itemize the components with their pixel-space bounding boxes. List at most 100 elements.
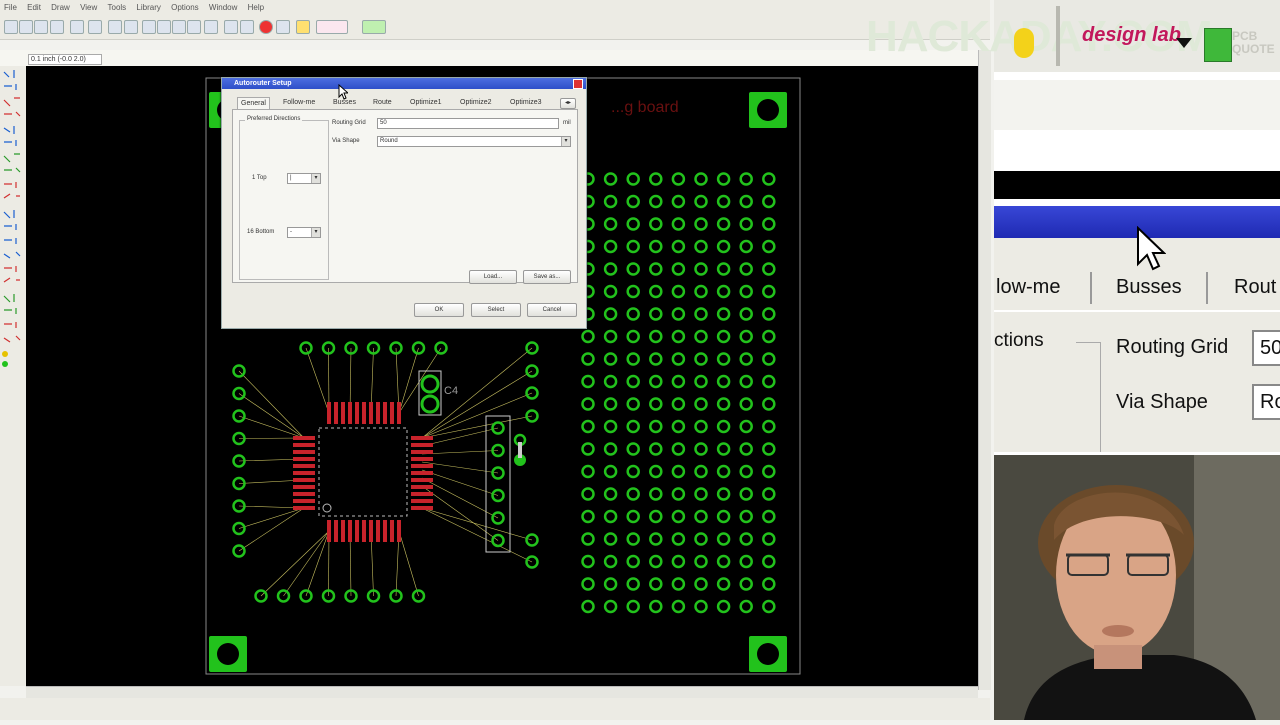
design-lab-logo-icon[interactable] [316, 20, 348, 34]
vertical-scrollbar[interactable] [978, 50, 991, 690]
proto-pad [649, 352, 663, 366]
layer-icon[interactable] [124, 20, 138, 34]
tab-optimize1[interactable]: Optimize1 [407, 97, 445, 109]
print-icon[interactable] [34, 20, 48, 34]
proto-pad [762, 442, 776, 456]
grid-icon[interactable] [108, 20, 122, 34]
via-shape-select[interactable]: Round ▾ [377, 136, 571, 147]
proto-pad [694, 509, 708, 524]
routing-grid-input[interactable]: 50 [377, 118, 559, 129]
proto-pad [716, 329, 731, 344]
ulp-icon[interactable] [88, 20, 102, 34]
smd-pad [341, 402, 345, 424]
close-icon[interactable] [573, 79, 583, 89]
zoom-select-icon[interactable] [187, 20, 201, 34]
proto-pad [739, 532, 753, 546]
command-toolbar [0, 66, 27, 686]
proto-pad [762, 172, 776, 186]
proto-pad [671, 464, 686, 479]
tab-optimize3[interactable]: Optimize3 [507, 97, 545, 109]
pcb-quote-icon[interactable] [362, 20, 386, 34]
menu-draw[interactable]: Draw [47, 0, 74, 12]
ok-button[interactable]: OK [414, 303, 464, 317]
script-icon[interactable] [70, 20, 84, 34]
proto-pad [626, 419, 640, 434]
dialog-title-bar[interactable]: Autorouter Setup [222, 78, 586, 89]
top-direction-select[interactable]: | ▾ [287, 173, 321, 184]
zoom-fit-icon[interactable] [142, 20, 156, 34]
menu-window[interactable]: Window [205, 0, 241, 12]
tab-separator [1090, 272, 1092, 304]
capacitor-pad-1 [420, 374, 440, 394]
proto-pad [671, 374, 686, 389]
proto-pad [739, 194, 753, 209]
chevron-down-icon: ▾ [561, 137, 570, 146]
go-icon[interactable] [276, 20, 290, 34]
airwire [238, 370, 305, 439]
smd-pad [376, 402, 380, 424]
save-icon[interactable] [19, 20, 33, 34]
proto-pad [671, 442, 686, 456]
smd-pad [334, 402, 338, 424]
menu-tools[interactable]: Tools [104, 0, 131, 12]
proto-pad [694, 307, 708, 321]
open-icon[interactable] [4, 20, 18, 34]
proto-pad [716, 464, 731, 479]
proto-pad [716, 577, 731, 591]
load-button[interactable]: Load... [469, 270, 517, 284]
smd-pad [341, 520, 345, 542]
proto-pad [762, 419, 776, 434]
tab-scroll-arrows-icon[interactable]: ◂▸ [560, 98, 576, 109]
tab-route[interactable]: Route [370, 97, 395, 109]
redo-icon[interactable] [240, 20, 254, 34]
cam-icon[interactable] [50, 20, 64, 34]
stop-icon[interactable] [259, 20, 273, 34]
menu-edit[interactable]: Edit [23, 0, 45, 12]
proto-pad [626, 487, 640, 501]
proto-pad [739, 262, 753, 276]
proto-pad [626, 509, 640, 524]
tab-follow-me[interactable]: Follow-me [280, 97, 318, 109]
menu-options[interactable]: Options [167, 0, 203, 12]
select-button[interactable]: Select [471, 303, 521, 317]
proto-pad [581, 352, 595, 366]
smd-pad [293, 485, 315, 489]
proto-pad [762, 284, 776, 299]
smd-pad [397, 520, 401, 542]
smd-pad [369, 520, 373, 542]
smd-pad [362, 402, 366, 424]
menu-library[interactable]: Library [132, 0, 164, 12]
proto-pad [739, 352, 753, 366]
smd-pad [334, 520, 338, 542]
proto-pad [694, 599, 708, 614]
proto-pad [716, 599, 731, 614]
zoom-out-icon[interactable] [172, 20, 186, 34]
undo-icon[interactable] [224, 20, 238, 34]
menu-view[interactable]: View [76, 0, 101, 12]
help-icon[interactable] [296, 20, 310, 34]
bottom-direction-select[interactable]: - ▾ [287, 227, 321, 238]
airwire [421, 450, 499, 455]
menu-file[interactable]: File [0, 0, 21, 12]
smd-pad [293, 450, 315, 454]
proto-pad [694, 419, 708, 434]
menu-help[interactable]: Help [244, 0, 268, 12]
proto-pad [649, 509, 663, 524]
redraw-icon[interactable] [204, 20, 218, 34]
tool-icons[interactable] [0, 66, 26, 386]
zoom-tab-route: Rout [1234, 276, 1277, 298]
proto-pad [739, 239, 753, 254]
tab-underline [994, 310, 1280, 312]
proto-pad [649, 239, 663, 254]
tab-optimize2[interactable]: Optimize2 [457, 97, 495, 109]
proto-pad [762, 239, 776, 254]
cancel-button[interactable]: Cancel [527, 303, 577, 317]
proto-pad [762, 397, 776, 411]
airwire [421, 469, 499, 496]
smd-pad [293, 471, 315, 475]
save-as-button[interactable]: Save as... [523, 270, 571, 284]
proto-pad [649, 532, 663, 546]
zoom-in-icon[interactable] [157, 20, 171, 34]
proto-pad [739, 217, 753, 231]
presenter-image [994, 455, 1280, 720]
